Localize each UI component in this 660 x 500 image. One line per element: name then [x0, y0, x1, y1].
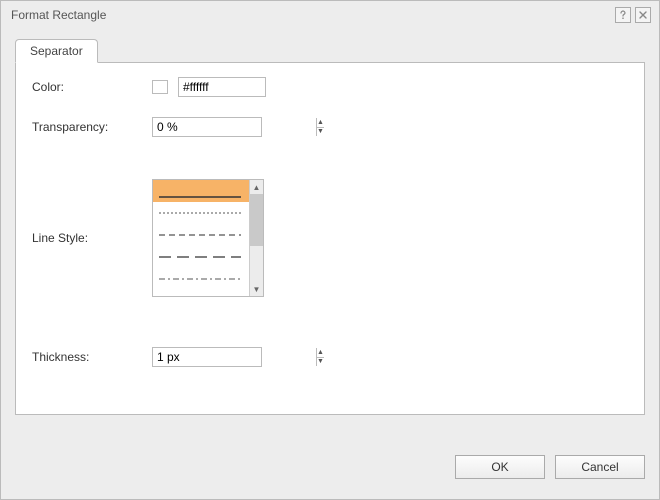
line-style-listbox[interactable]: ▲ ▼	[152, 179, 264, 297]
scroll-track[interactable]	[250, 246, 263, 282]
line-style-label: Line Style:	[32, 231, 142, 245]
tab-separator[interactable]: Separator	[15, 39, 98, 63]
line-style-dash-dot[interactable]	[153, 268, 249, 290]
close-icon	[638, 10, 648, 20]
help-icon	[618, 10, 628, 20]
format-rectangle-dialog: Format Rectangle Separator Color:	[0, 0, 660, 500]
window-controls	[615, 7, 651, 23]
scroll-up-icon[interactable]: ▲	[250, 180, 263, 194]
line-style-dotted-fine[interactable]	[153, 202, 249, 224]
color-row: Color:	[32, 77, 628, 97]
thickness-down[interactable]: ▼	[317, 358, 324, 367]
line-style-solid[interactable]	[153, 180, 249, 202]
tab-strip: Separator	[15, 39, 645, 63]
thickness-spinbox[interactable]: ▲ ▼	[152, 347, 262, 367]
line-style-dashed-long[interactable]	[153, 246, 249, 268]
cancel-button[interactable]: Cancel	[555, 455, 645, 479]
line-style-options	[153, 180, 249, 296]
thickness-label: Thickness:	[32, 350, 142, 364]
dialog-footer: OK Cancel	[455, 455, 645, 479]
transparency-spinbox[interactable]: ▲ ▼	[152, 117, 262, 137]
transparency-down[interactable]: ▼	[317, 128, 324, 137]
scroll-down-icon[interactable]: ▼	[250, 282, 263, 296]
transparency-input[interactable]	[153, 118, 316, 136]
separator-panel: Color: Transparency: ▲ ▼ Line Style:	[15, 62, 645, 415]
transparency-spinner: ▲ ▼	[316, 118, 324, 136]
line-style-row: Line Style:	[32, 179, 628, 297]
transparency-label: Transparency:	[32, 120, 142, 134]
close-button[interactable]	[635, 7, 651, 23]
help-button[interactable]	[615, 7, 631, 23]
thickness-row: Thickness: ▲ ▼	[32, 347, 628, 367]
color-swatch[interactable]	[152, 80, 168, 94]
thickness-input[interactable]	[153, 348, 316, 366]
thickness-spinner: ▲ ▼	[316, 348, 324, 366]
ok-button[interactable]: OK	[455, 455, 545, 479]
color-hex-input[interactable]	[178, 77, 266, 97]
color-label: Color:	[32, 80, 142, 94]
transparency-up[interactable]: ▲	[317, 118, 324, 128]
thickness-up[interactable]: ▲	[317, 348, 324, 358]
scroll-thumb[interactable]	[250, 194, 263, 246]
dialog-title: Format Rectangle	[11, 1, 615, 29]
line-style-scrollbar[interactable]: ▲ ▼	[249, 180, 263, 296]
title-bar: Format Rectangle	[1, 1, 659, 29]
transparency-row: Transparency: ▲ ▼	[32, 117, 628, 137]
line-style-dashed-short[interactable]	[153, 224, 249, 246]
